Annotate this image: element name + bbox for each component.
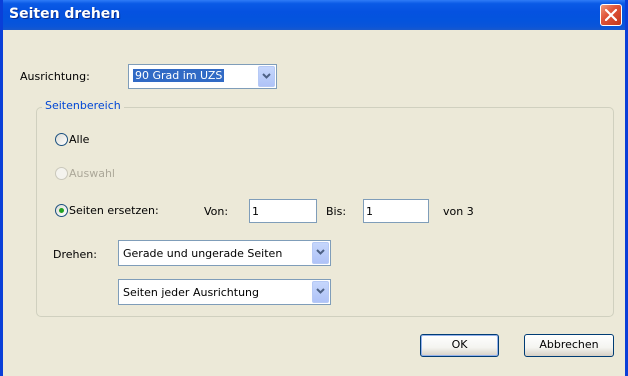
rotate-pages-dropdown-button[interactable] [312,242,329,264]
direction-label: Ausrichtung: [20,70,90,83]
orientation-dropdown-button[interactable] [312,281,329,303]
radio-pages-label[interactable]: Seiten ersetzen: [69,204,159,217]
from-label: Von: [204,205,229,218]
rotate-pages-select[interactable]: Gerade und ungerade Seiten [118,240,331,266]
to-field-wrap [363,199,429,223]
direction-select[interactable]: 90 Grad im UZS [128,64,277,89]
radio-selected-dot [59,208,64,213]
title-bar: Seiten drehen [3,0,625,30]
direction-selected-value: 90 Grad im UZS [133,69,225,82]
from-field[interactable] [252,202,314,220]
cancel-button[interactable]: Abbrechen [524,334,614,357]
orientation-value: Seiten jeder Ausrichtung [123,286,260,299]
to-field[interactable] [366,202,426,220]
ok-button[interactable]: OK [420,334,499,357]
radio-pages[interactable] [55,204,68,217]
to-label: Bis: [326,205,347,218]
close-button[interactable] [600,4,622,26]
radio-selection-label[interactable]: Auswahl [69,167,115,180]
rotate-label: Drehen: [53,248,97,261]
radio-selection[interactable] [55,167,68,180]
page-count-label: von 3 [443,205,474,218]
dialog-window: Seiten drehen Ausrichtung: 90 Grad im UZ… [0,0,628,376]
radio-all-label[interactable]: Alle [69,133,89,146]
from-field-wrap [249,199,317,223]
page-range-legend: Seitenbereich [42,99,124,112]
window-title: Seiten drehen [9,6,121,22]
rotate-pages-value: Gerade und ungerade Seiten [123,247,283,260]
radio-all[interactable] [55,133,68,146]
orientation-select[interactable]: Seiten jeder Ausrichtung [118,279,331,305]
direction-dropdown-button[interactable] [258,66,275,87]
